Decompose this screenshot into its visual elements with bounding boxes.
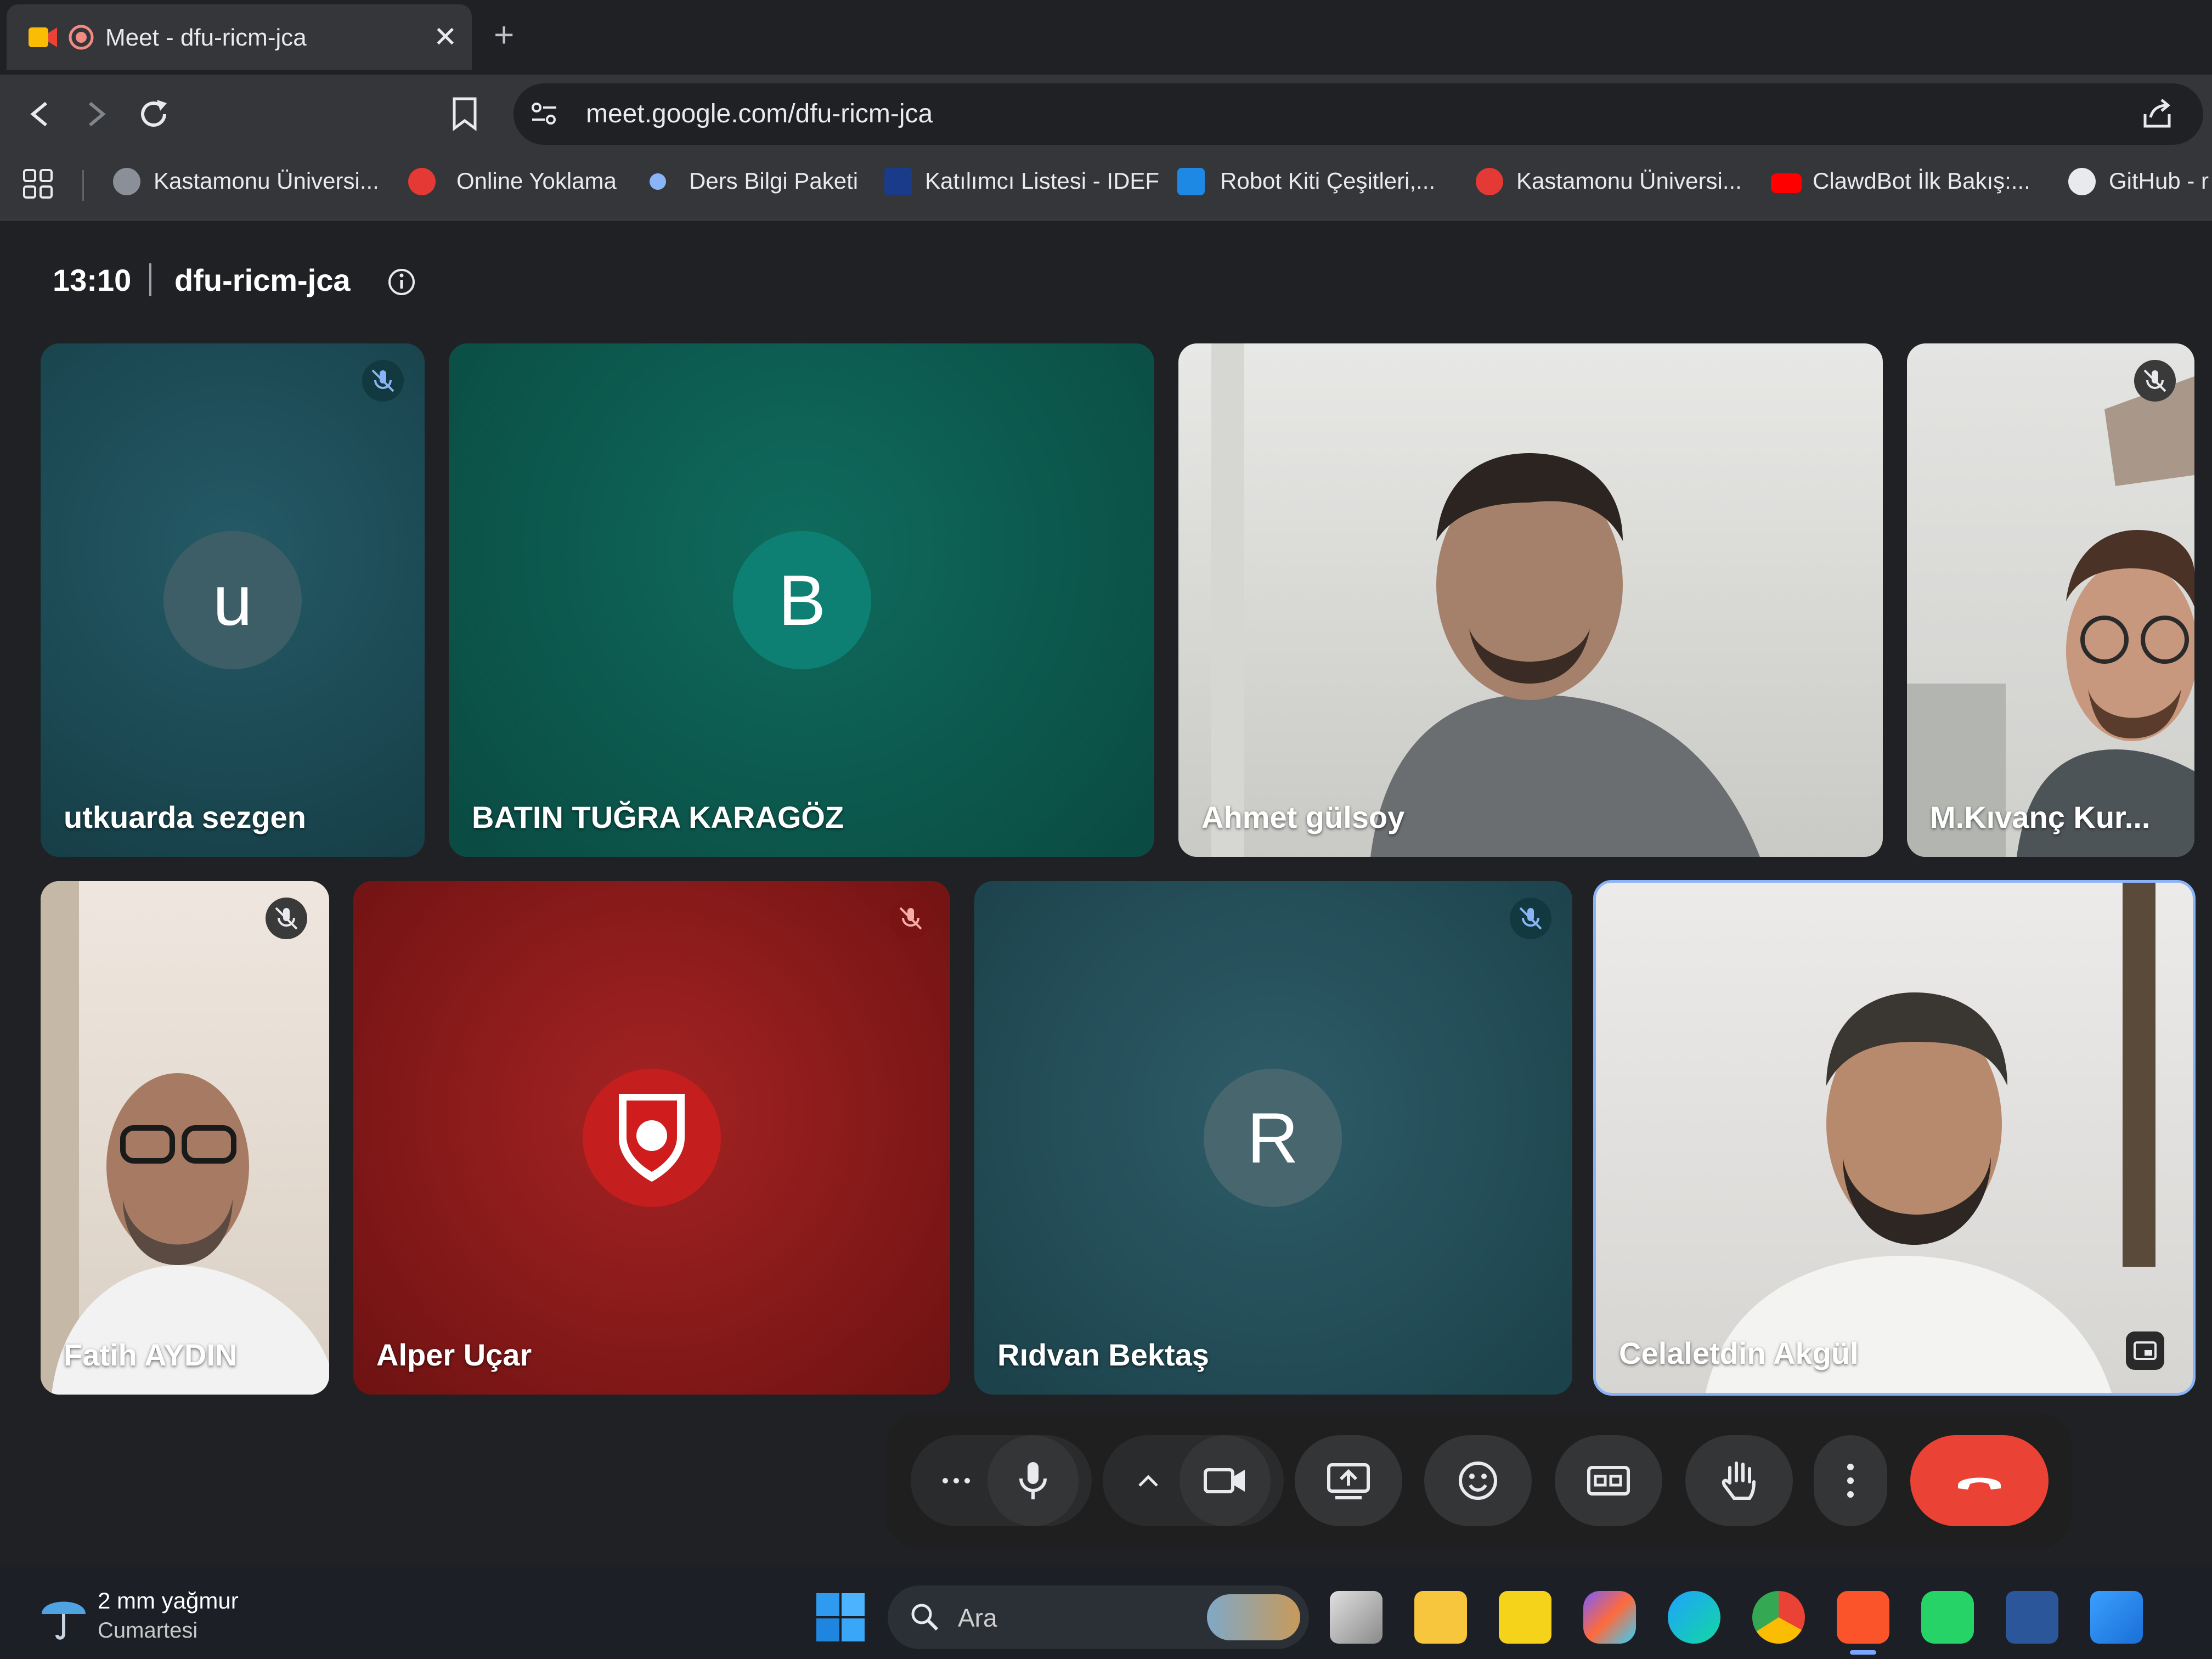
participant-name: M.Kıvanç Kur... xyxy=(1930,800,2151,834)
bookmark-kastamonu-2[interactable]: Kastamonu Üniversi... xyxy=(1516,168,1742,194)
photos-icon[interactable] xyxy=(2090,1591,2143,1644)
github-icon xyxy=(2068,168,2096,195)
more-options-button[interactable] xyxy=(1814,1435,1887,1526)
participant-name: Celaletdin Akgül xyxy=(1619,1336,1859,1370)
mic-muted-icon xyxy=(1510,898,1551,939)
forward-icon[interactable] xyxy=(81,99,112,129)
weather-umbrella-icon[interactable] xyxy=(36,1587,91,1641)
globe-icon xyxy=(113,168,140,195)
mic-muted-icon xyxy=(362,360,404,402)
participant-tile-ahmet[interactable]: Ahmet gülsoy xyxy=(1178,343,1883,857)
mic-muted-icon xyxy=(890,898,932,939)
tab-title: Meet - dfu-ricm-jca xyxy=(105,24,307,51)
emoji-reaction-button[interactable] xyxy=(1424,1435,1532,1526)
yoklama-icon xyxy=(408,168,436,195)
search-highlight-image xyxy=(1207,1594,1300,1640)
bookmark-github[interactable]: GitHub - r xyxy=(2109,168,2209,194)
participant-name: Alper Uçar xyxy=(376,1338,532,1372)
microphone-button[interactable] xyxy=(988,1435,1079,1526)
participant-tile-celaletdin[interactable]: Celaletdin Akgül xyxy=(1593,880,2196,1396)
meeting-info-icon[interactable] xyxy=(386,267,417,297)
end-call-button[interactable] xyxy=(1910,1435,2049,1526)
video-feed-fatih xyxy=(41,881,329,1395)
search-placeholder: Ara xyxy=(958,1604,997,1632)
bookmark-ders-bilgi[interactable]: Ders Bilgi Paketi xyxy=(689,168,858,194)
idef-icon xyxy=(884,168,912,195)
windows-start-icon[interactable] xyxy=(815,1592,866,1643)
participant-name: Rıdvan Bektaş xyxy=(997,1338,1209,1372)
pip-icon[interactable] xyxy=(2126,1331,2164,1370)
avatar: B xyxy=(733,531,871,669)
bookmark-kastamonu-1[interactable]: Kastamonu Üniversi... xyxy=(154,168,379,194)
recording-icon xyxy=(69,25,94,50)
task-view-icon[interactable] xyxy=(1330,1591,1383,1644)
bookmarks-divider xyxy=(82,170,84,201)
url-text[interactable]: meet.google.com/dfu-ricm-jca xyxy=(586,99,933,129)
present-screen-button[interactable] xyxy=(1295,1435,1402,1526)
participant-tile-mkivanc[interactable]: M.Kıvanç Kur... xyxy=(1907,343,2194,857)
bookmark-katilimci[interactable]: Katılımcı Listesi - IDEF xyxy=(925,168,1159,194)
sticky-notes-icon[interactable] xyxy=(1499,1591,1551,1644)
participant-tile-utkuarda[interactable]: u utkuarda sezgen xyxy=(41,343,425,857)
participant-tile-batin[interactable]: B BATIN TUĞRA KARAGÖZ xyxy=(449,343,1154,857)
whatsapp-icon[interactable] xyxy=(1921,1591,1974,1644)
participant-tile-alper[interactable]: Alper Uçar xyxy=(353,881,950,1395)
meeting-time: 13:10 xyxy=(53,263,132,297)
participant-tile-ridvan[interactable]: R Rıdvan Bektaş xyxy=(974,881,1572,1395)
bookmark-online-yoklama[interactable]: Online Yoklama xyxy=(456,168,617,194)
participant-name: utkuarda sezgen xyxy=(64,800,306,834)
browser-tab[interactable]: Meet - dfu-ricm-jca ✕ xyxy=(7,4,472,70)
camera-button[interactable] xyxy=(1180,1435,1271,1526)
info-site-icon xyxy=(650,173,666,190)
participant-tile-fatih[interactable]: Fatih AYDIN xyxy=(41,881,329,1395)
avatar: u xyxy=(163,531,302,669)
mic-muted-icon xyxy=(2134,360,2176,402)
video-feed-mkivanc xyxy=(1907,376,2194,857)
participant-name: BATIN TUĞRA KARAGÖZ xyxy=(472,800,844,834)
bookmark-clawdbot[interactable]: ClawdBot İlk Bakış:... xyxy=(1813,168,2030,194)
meeting-code: dfu-ricm-jca xyxy=(174,263,351,297)
word-icon[interactable] xyxy=(2006,1591,2058,1644)
mic-muted-icon xyxy=(266,898,307,939)
back-icon[interactable] xyxy=(24,99,55,129)
tab-strip: Meet - dfu-ricm-jca ✕ + xyxy=(0,0,2212,75)
brave-icon[interactable] xyxy=(1837,1591,1889,1644)
weather-day: Cumartesi xyxy=(98,1618,198,1643)
close-tab-icon[interactable]: ✕ xyxy=(433,21,458,54)
samsunspor-logo-icon xyxy=(583,1069,721,1207)
bookmark-robot-kiti[interactable]: Robot Kiti Çeşitleri,... xyxy=(1220,168,1435,194)
avatar: R xyxy=(1204,1069,1342,1207)
bookmark-icon[interactable] xyxy=(451,97,478,132)
header-divider xyxy=(149,263,151,296)
search-icon xyxy=(911,1604,939,1631)
video-feed-ahmet xyxy=(1211,343,1760,857)
file-explorer-icon[interactable] xyxy=(1414,1591,1467,1644)
captions-button[interactable] xyxy=(1555,1435,1662,1526)
raise-hand-button[interactable] xyxy=(1685,1435,1793,1526)
reload-icon[interactable] xyxy=(138,98,171,131)
copilot-icon[interactable] xyxy=(1583,1591,1636,1644)
weather-text[interactable]: 2 mm yağmur xyxy=(98,1588,239,1614)
meet-icon xyxy=(29,27,57,47)
kastamonu-icon xyxy=(1476,168,1503,195)
video-feed-celaletdin xyxy=(1706,883,2155,1393)
participant-name: Fatih AYDIN xyxy=(64,1338,238,1372)
taskbar-search[interactable]: Ara xyxy=(888,1585,1309,1649)
chrome-icon[interactable] xyxy=(1752,1591,1805,1644)
site-settings-icon[interactable] xyxy=(529,99,560,129)
new-tab-button[interactable]: + xyxy=(494,14,514,55)
robot-kit-icon xyxy=(1177,168,1205,195)
share-icon[interactable] xyxy=(2141,98,2174,131)
active-app-indicator xyxy=(1850,1650,1876,1655)
participant-name: Ahmet gülsoy xyxy=(1201,800,1405,834)
edge-icon[interactable] xyxy=(1668,1591,1720,1644)
apps-grid-icon[interactable] xyxy=(22,168,55,201)
youtube-icon xyxy=(1771,173,1802,193)
